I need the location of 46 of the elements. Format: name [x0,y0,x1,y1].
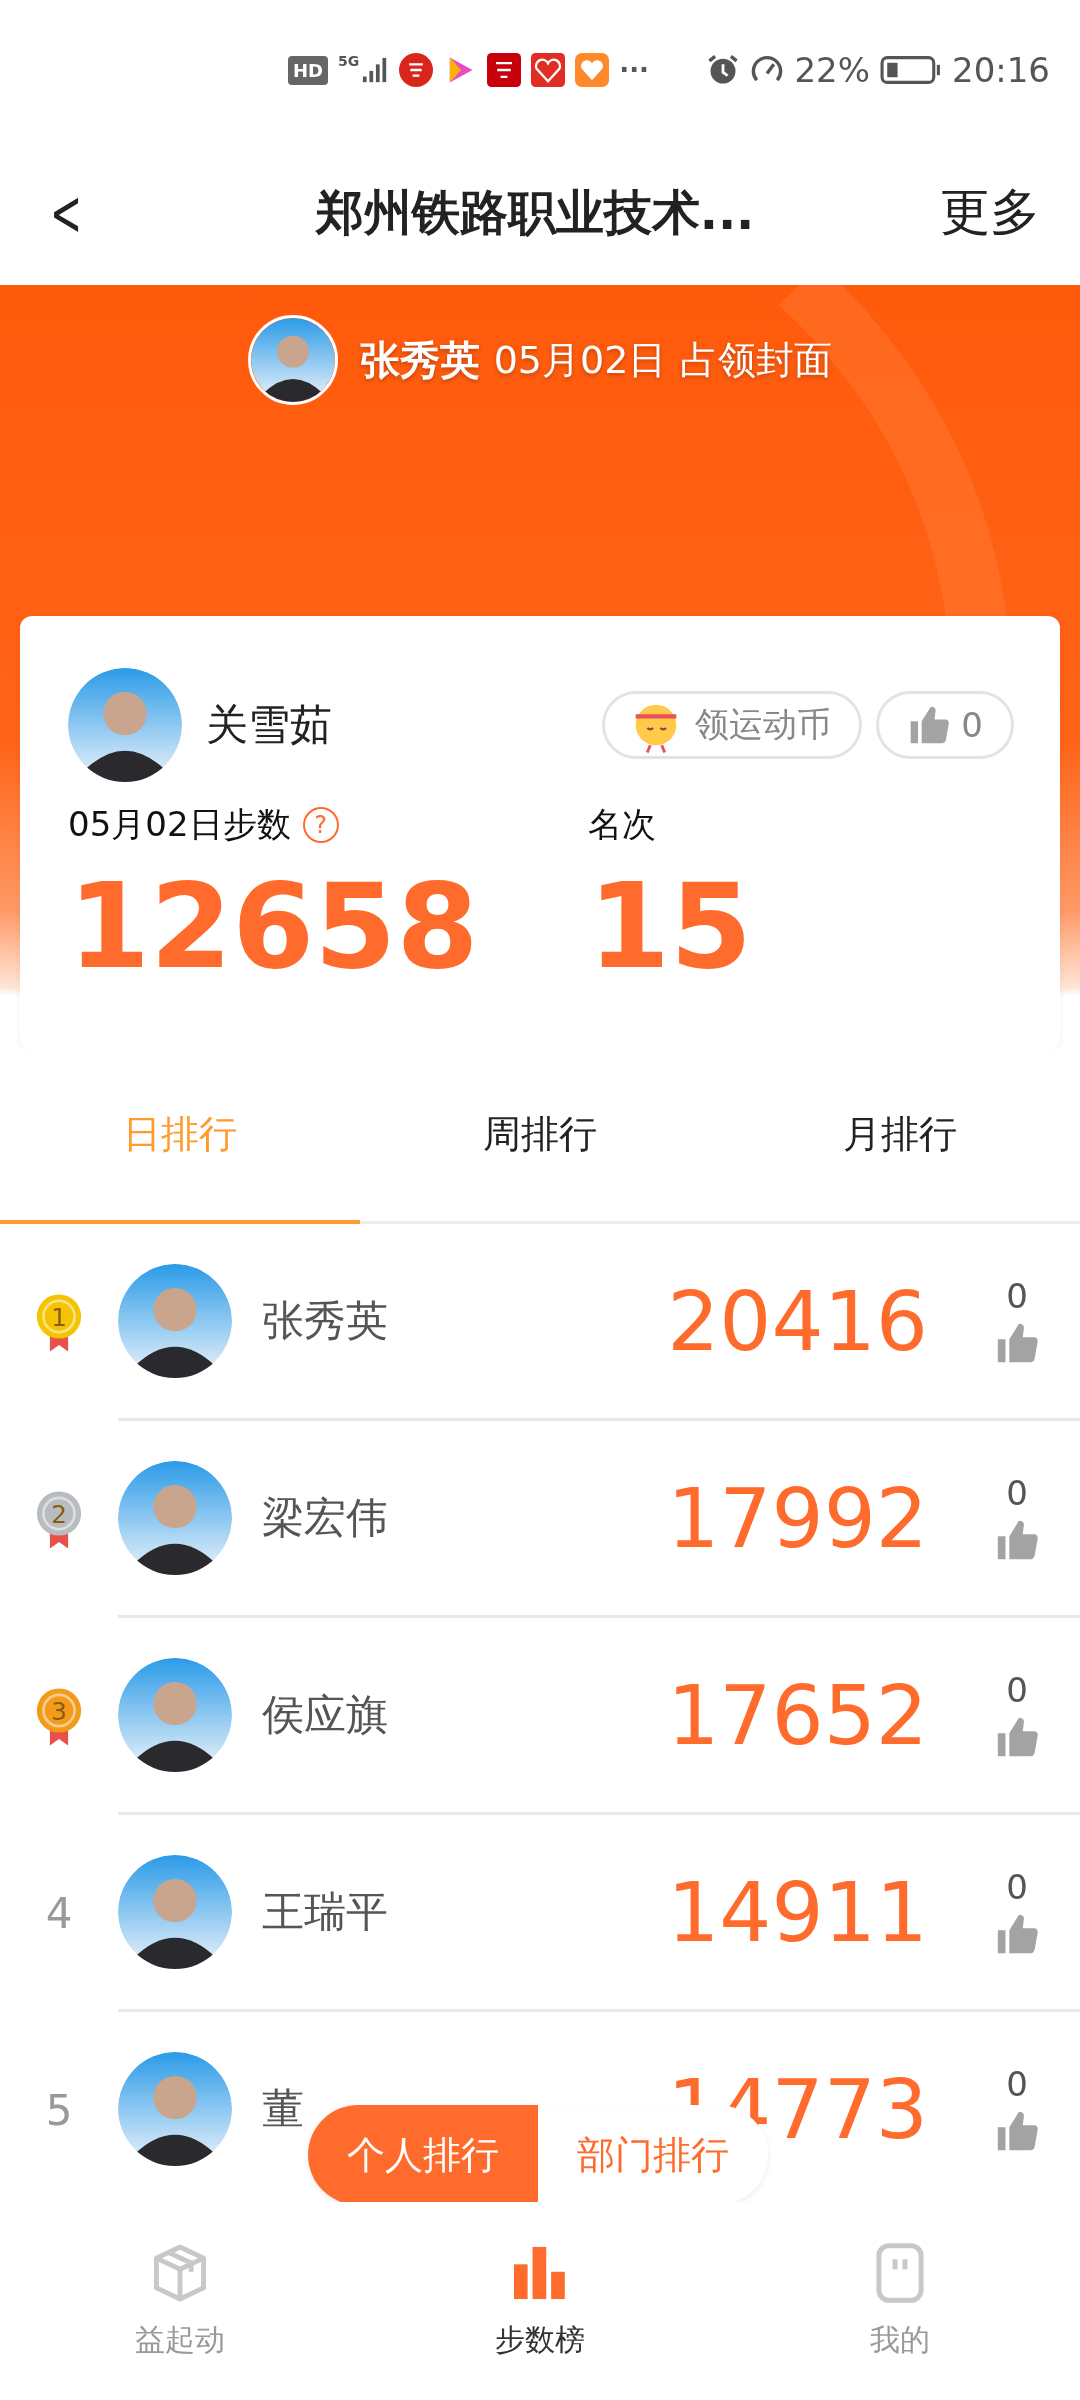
step-count: 20416 [667,1273,928,1369]
like-count: 0 [1006,2064,1028,2104]
like-count: 0 [1006,1670,1028,1710]
rank-label: 名次 [588,803,656,846]
nav-item[interactable]: 益起动 [0,2202,360,2400]
step-count: 17992 [667,1470,928,1566]
back-button[interactable]: < [50,175,98,250]
ranking-tab[interactable]: 日排行 [0,1049,360,1224]
cover-caption: 占领封面 [680,336,833,384]
battery-percent: 22% [794,50,870,90]
member-name: 侯应旗 [262,1689,388,1741]
like-count: 0 [1006,1473,1028,1513]
coin-button[interactable]: 领运动币 [602,691,863,759]
network-label: 5G [338,53,360,69]
member-name: 张秀英 [262,1295,388,1347]
cover-name: 张秀英 [359,335,480,385]
rank-number: 4 [45,1889,73,1938]
ranking-type-toggle[interactable]: 个人排行 [308,2105,538,2202]
like-count: 0 [1006,1276,1028,1316]
rank-value: 15 [588,856,753,997]
clock: 20:16 [952,50,1050,90]
page-title: 郑州铁路职业技术... [314,182,756,242]
nav-item[interactable]: 步数榜 [360,2202,720,2400]
alarm-icon [706,53,741,87]
battery-icon [880,54,942,86]
member-name: 王瑞平 [262,1886,388,1938]
app-icon [399,53,434,87]
cover-date: 05月02日 [493,336,667,384]
step-count: 14911 [667,1864,928,1960]
steps-count: 12658 [68,856,480,997]
more-button[interactable]: 更多 [940,179,1040,246]
help-button[interactable]: ? [302,807,339,843]
more-notifications: ··· [619,55,649,85]
step-count: 17652 [667,1667,928,1763]
rank-number: 5 [45,2086,73,2135]
app-icon [487,53,522,87]
ranking-tab[interactable]: 月排行 [720,1049,1080,1224]
like-button[interactable]: 0 [876,691,1014,759]
nav-item[interactable]: 我的 [720,2202,1080,2400]
like-count: 0 [1006,1867,1028,1907]
member-name: 董 [262,2083,304,2135]
hd-badge: HD [288,55,328,85]
steps-label: 05月02日步数 [68,803,291,846]
ranking-tab[interactable]: 周排行 [360,1049,720,1224]
user-name: 关雪茹 [206,699,332,751]
member-name: 梁宏伟 [262,1492,388,1544]
